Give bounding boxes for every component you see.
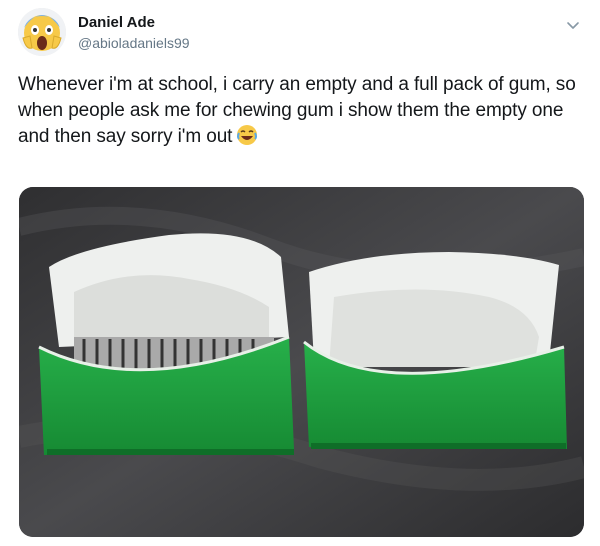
avatar[interactable] [18,8,66,56]
full-gum-pack [38,233,294,455]
tweet-photo[interactable] [19,187,584,537]
author-handle[interactable]: @abioladaniels99 [78,34,190,52]
author-names: Daniel Ade @abioladaniels99 [78,14,190,52]
chevron-down-icon[interactable] [564,16,582,34]
screaming-face-icon [18,8,66,56]
tweet-header: Daniel Ade @abioladaniels99 [18,8,584,64]
gum-packs-photo [19,187,584,537]
author-display-name[interactable]: Daniel Ade [78,14,190,32]
empty-gum-pack [303,252,567,449]
tweet-body: Whenever i'm at school, i carry an empty… [18,74,576,147]
tweet-text: Whenever i'm at school, i carry an empty… [18,72,588,150]
laughing-emoji-icon [236,124,258,146]
